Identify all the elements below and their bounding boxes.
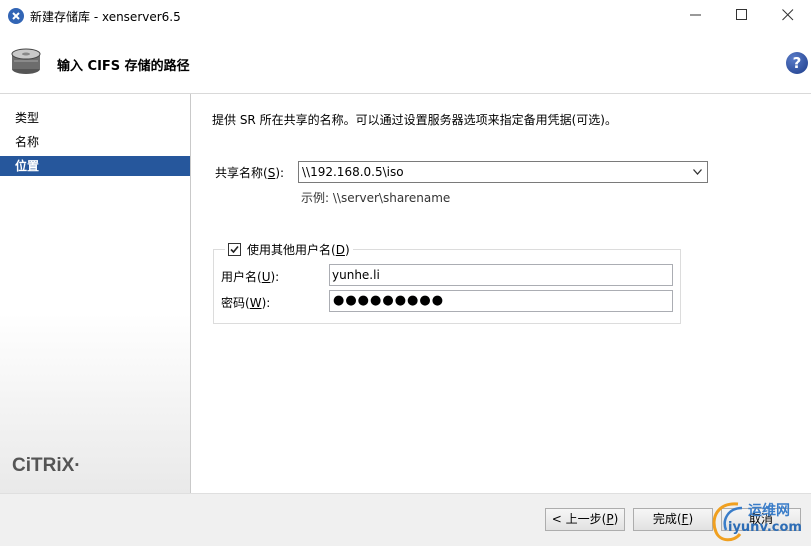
share-name-combobox[interactable]: \\192.168.0.5\iso — [298, 161, 708, 183]
finish-label: 完成( — [652, 512, 682, 526]
nav-item-name[interactable]: 名称 — [0, 132, 190, 152]
use-other-user-label: 使用其他用户名( — [247, 243, 336, 257]
credentials-group — [213, 249, 681, 324]
citrix-logo: CiTRiX· — [12, 455, 81, 476]
minimize-icon — [690, 14, 701, 16]
title-bar: 新建存储库 - xenserver6.5 — [0, 0, 811, 32]
password-label: 密码(W): — [221, 294, 270, 311]
page-title: 输入 CIFS 存储的路径 — [57, 59, 190, 74]
back-label: < 上一步( — [551, 512, 607, 526]
close-button[interactable] — [765, 0, 811, 30]
wizard-header: 输入 CIFS 存储的路径 ? — [0, 31, 811, 94]
share-label-text: 共享名称( — [215, 166, 268, 180]
finish-suffix: ) — [688, 512, 694, 526]
close-icon — [782, 9, 794, 21]
finish-button[interactable]: 完成(F) — [633, 508, 713, 531]
wizard-steps-nav: 类型 名称 位置 CiTRiX· — [0, 94, 191, 493]
back-button[interactable]: < 上一步(P) — [545, 508, 625, 531]
help-icon[interactable]: ? — [786, 52, 808, 74]
maximize-icon — [736, 9, 747, 20]
username-input[interactable]: yunhe.li — [329, 264, 673, 286]
back-hotkey: P — [606, 512, 614, 526]
username-label-text: 用户名( — [221, 270, 262, 284]
wizard-footer: < 上一步(P) 完成(F) 取消 运维网 iyunv.com — [0, 493, 811, 546]
maximize-button[interactable] — [719, 0, 765, 30]
checkbox-box[interactable] — [228, 243, 241, 256]
help-symbol: ? — [792, 54, 802, 72]
page-description: 提供 SR 所在共享的名称。可以通过设置服务器选项来指定备用凭据(可选)。 — [212, 113, 617, 127]
use-other-user-hotkey: D — [335, 243, 345, 257]
wizard-content: 提供 SR 所在共享的名称。可以通过设置服务器选项来指定备用凭据(可选)。 共享… — [191, 94, 811, 493]
nav-item-type[interactable]: 类型 — [0, 108, 190, 128]
chevron-down-icon[interactable] — [693, 169, 702, 175]
share-name-value: \\192.168.0.5\iso — [302, 165, 404, 179]
share-name-example: 示例: \\server\sharename — [301, 191, 451, 205]
password-label-text: 密码( — [221, 296, 250, 310]
checkmark-icon — [230, 245, 239, 254]
minimize-button[interactable] — [673, 0, 719, 30]
back-suffix: ) — [613, 512, 619, 526]
password-label-suffix: ): — [261, 296, 271, 310]
password-input[interactable]: ●●●●●●●●● — [329, 290, 673, 312]
window-title: 新建存储库 - xenserver6.5 — [30, 10, 181, 24]
storage-disk-icon — [11, 48, 41, 74]
share-name-label: 共享名称(S): — [215, 164, 284, 181]
share-label-suffix: ): — [275, 166, 285, 180]
username-label-suffix: ): — [270, 270, 280, 284]
xencenter-app-icon — [8, 8, 24, 24]
nav-item-location[interactable]: 位置 — [0, 156, 190, 176]
username-label: 用户名(U): — [221, 268, 279, 285]
password-label-hotkey: W — [249, 296, 262, 310]
use-other-user-checkbox[interactable]: 使用其他用户名(D) — [225, 242, 353, 258]
cancel-button[interactable]: 取消 — [721, 508, 801, 531]
use-other-user-suffix: ) — [344, 243, 350, 257]
